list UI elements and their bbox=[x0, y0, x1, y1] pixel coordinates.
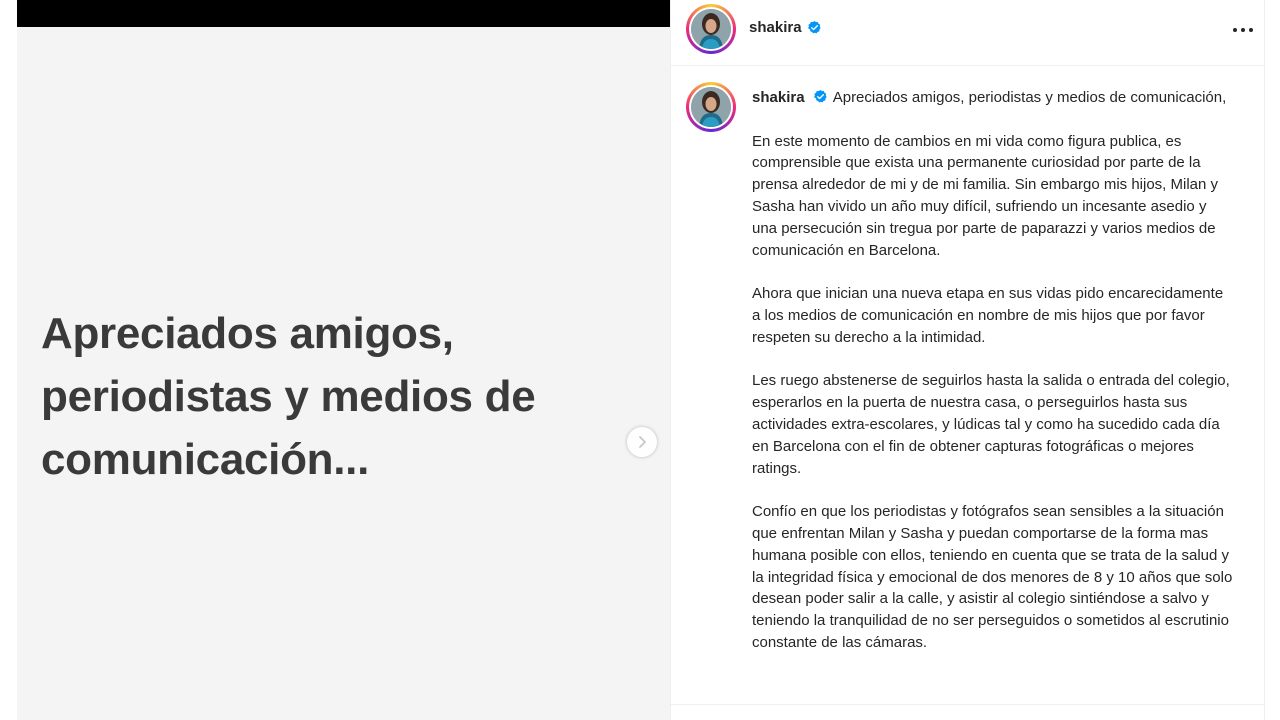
post-author-username[interactable]: shakira bbox=[749, 19, 802, 36]
caption-author-username[interactable]: shakira bbox=[752, 89, 805, 106]
avatar[interactable] bbox=[686, 4, 736, 54]
avatar-image bbox=[691, 87, 731, 127]
verified-badge-icon bbox=[813, 89, 827, 102]
caption-avatar[interactable] bbox=[686, 82, 736, 132]
post-header: shakira bbox=[671, 0, 1265, 66]
next-slide-button[interactable] bbox=[626, 426, 658, 458]
verified-badge-icon bbox=[807, 20, 821, 34]
caption-intro-text: Apreciados amigos, periodistas y medios … bbox=[832, 89, 1227, 106]
media-top-bar bbox=[17, 0, 670, 27]
caption-paragraph: Ahora que inician una nueva etapa en sus… bbox=[752, 285, 1224, 346]
more-options-icon bbox=[1233, 28, 1253, 32]
caption-paragraph: Confío en que los periodistas y fotógraf… bbox=[752, 503, 1233, 651]
post-side-panel: shakira shakira Apreciados amigos, perio… bbox=[670, 0, 1265, 720]
chevron-right-icon bbox=[639, 436, 646, 448]
caption-paragraph: Les ruego abstenerse de seguirlos hasta … bbox=[752, 372, 1230, 477]
more-options-button[interactable] bbox=[1229, 18, 1257, 42]
post-caption: shakira Apreciados amigos, periodistas y… bbox=[752, 87, 1234, 676]
media-heading-text: Apreciados amigos, periodistas y medios … bbox=[41, 309, 536, 484]
post-media: Apreciados amigos, periodistas y medios … bbox=[17, 0, 670, 720]
caption-intro: shakira Apreciados amigos, periodistas y… bbox=[752, 87, 1234, 109]
avatar-image bbox=[691, 9, 731, 49]
caption-paragraph: En este momento de cambios en mi vida co… bbox=[752, 132, 1219, 259]
divider bbox=[671, 704, 1265, 705]
